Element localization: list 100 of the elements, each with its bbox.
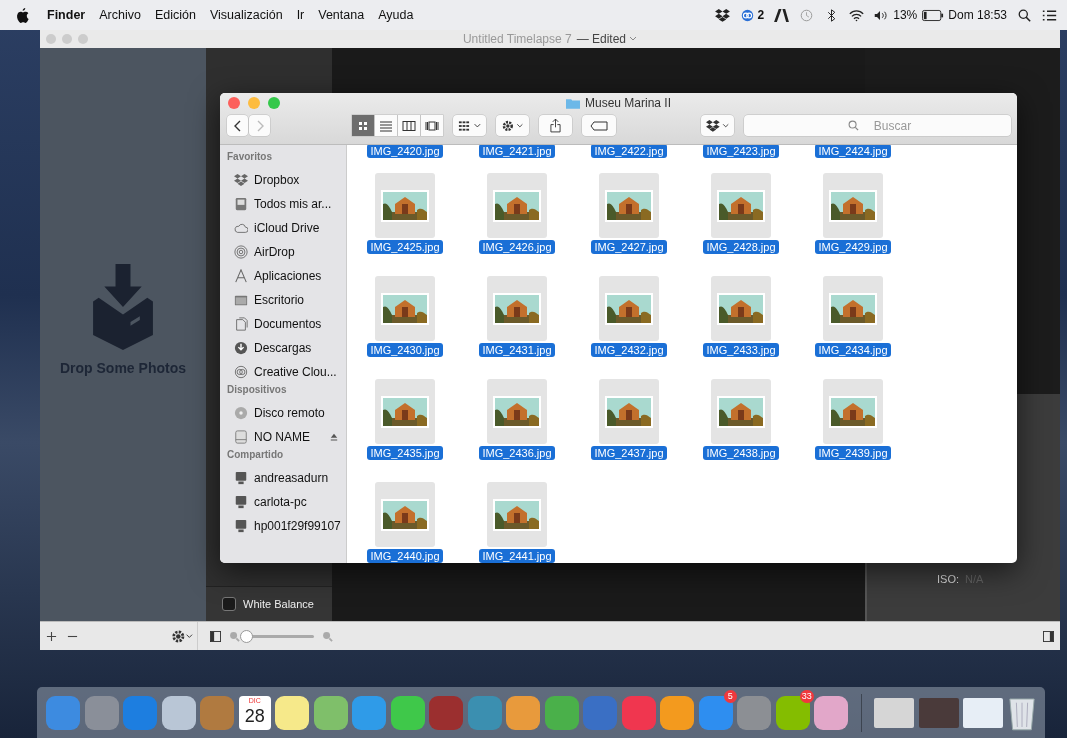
image-thumbnail[interactable]	[487, 379, 547, 444]
sidebar-item[interactable]: hp001f29f99107	[227, 514, 346, 538]
sidebar-item[interactable]: AirDrop	[227, 240, 346, 264]
image-thumbnail[interactable]	[375, 173, 435, 238]
app-icon[interactable]	[313, 695, 348, 730]
file-name[interactable]: IMG_2436.jpg	[479, 446, 555, 460]
sidebar-item[interactable]: Escritorio	[227, 288, 346, 312]
zoom-slider[interactable]	[242, 629, 314, 643]
checkbox[interactable]	[222, 597, 236, 611]
file-name[interactable]: IMG_2424.jpg	[815, 145, 891, 158]
sidebar-item[interactable]: andreasadurn	[227, 466, 346, 490]
dropbox-button[interactable]	[701, 115, 734, 136]
sidebar-item[interactable]: Documentos	[227, 312, 346, 336]
list-icon[interactable]	[1042, 8, 1057, 22]
menu-item[interactable]: Edición	[154, 8, 196, 22]
edited-status[interactable]: — Edited	[576, 32, 627, 46]
window-thumbnail[interactable]	[918, 697, 959, 728]
file-name[interactable]: IMG_2430.jpg	[367, 343, 443, 357]
sidebar-item[interactable]: carlota-pc	[227, 490, 346, 514]
file-name[interactable]: IMG_2440.jpg	[367, 549, 443, 563]
file-name[interactable]: IMG_2431.jpg	[479, 343, 555, 357]
sidebar-item[interactable]: Disco remoto	[227, 401, 346, 425]
tag-button[interactable]	[582, 115, 616, 136]
image-thumbnail[interactable]	[823, 276, 883, 341]
file-name[interactable]: IMG_2432.jpg	[591, 343, 667, 357]
image-thumbnail[interactable]	[375, 276, 435, 341]
image-thumbnail[interactable]	[487, 276, 547, 341]
file-name[interactable]: IMG_2429.jpg	[815, 240, 891, 254]
app-icon[interactable]	[775, 695, 810, 730]
image-thumbnail[interactable]	[487, 482, 547, 547]
gear-icon[interactable]	[171, 628, 193, 644]
window-thumbnail[interactable]	[963, 697, 1004, 728]
search-icon[interactable]	[1017, 8, 1032, 22]
file-name[interactable]: IMG_2439.jpg	[815, 446, 891, 460]
sidebar-item[interactable]: NO NAME	[227, 425, 346, 449]
image-thumbnail[interactable]	[823, 173, 883, 238]
file-name[interactable]: IMG_2421.jpg	[479, 145, 555, 158]
action-button[interactable]	[496, 115, 529, 136]
image-thumbnail[interactable]	[823, 379, 883, 444]
app-icon[interactable]	[275, 695, 310, 730]
file-name[interactable]: IMG_2428.jpg	[703, 240, 779, 254]
slider-thumb[interactable]	[240, 629, 253, 643]
sidebar-item[interactable]: Todos mis ar...	[227, 192, 346, 216]
file-name[interactable]: IMG_2423.jpg	[703, 145, 779, 158]
file-name[interactable]: IMG_2433.jpg	[703, 343, 779, 357]
menu-clock[interactable]: Dom 18:53	[948, 8, 1007, 22]
dropbox-icon[interactable]	[714, 8, 730, 22]
menu-item[interactable]: Archivo	[99, 8, 141, 22]
image-thumbnail[interactable]	[711, 379, 771, 444]
view-mode-button[interactable]	[398, 115, 420, 136]
rings-icon[interactable]	[739, 8, 755, 22]
eject-icon[interactable]	[330, 433, 338, 441]
sidebar-item[interactable]: Creative Clou...	[227, 360, 346, 384]
battery-icon[interactable]	[922, 8, 945, 22]
file-name[interactable]: IMG_2422.jpg	[591, 145, 667, 158]
close-button[interactable]	[228, 97, 240, 109]
file-name[interactable]: IMG_2434.jpg	[815, 343, 891, 357]
sidebar-item[interactable]: Dropbox	[227, 168, 346, 192]
window-thumbnail[interactable]	[874, 697, 915, 728]
file-name[interactable]: IMG_2435.jpg	[367, 446, 443, 460]
back-button[interactable]	[227, 115, 248, 136]
image-thumbnail[interactable]	[711, 276, 771, 341]
app-icon[interactable]	[161, 695, 196, 730]
app-icon[interactable]	[660, 695, 695, 730]
image-thumbnail[interactable]	[487, 173, 547, 238]
sidebar-item[interactable]: Descargas	[227, 336, 346, 360]
image-thumbnail[interactable]	[599, 379, 659, 444]
wifi-icon[interactable]	[849, 8, 865, 22]
menu-item[interactable]: Visualización	[209, 8, 283, 22]
file-name[interactable]: IMG_2438.jpg	[703, 446, 779, 460]
sidebar-toggle-icon[interactable]	[1043, 630, 1054, 642]
file-name[interactable]: IMG_2420.jpg	[367, 145, 443, 158]
file-name[interactable]: IMG_2437.jpg	[591, 446, 667, 460]
file-name[interactable]: IMG_2426.jpg	[479, 240, 555, 254]
image-thumbnail[interactable]	[375, 379, 435, 444]
letter-a-icon[interactable]	[774, 8, 790, 22]
image-thumbnail[interactable]	[375, 482, 435, 547]
image-thumbnail[interactable]	[711, 173, 771, 238]
sidebar-item[interactable]: Aplicaciones	[227, 264, 346, 288]
arrange-button[interactable]	[453, 115, 486, 136]
menu-item[interactable]: Finder	[47, 8, 86, 22]
file-name[interactable]: IMG_2425.jpg	[367, 240, 443, 254]
app-icon[interactable]	[814, 695, 849, 730]
sidebar-item[interactable]: iCloud Drive	[227, 216, 346, 240]
app-icon[interactable]	[390, 695, 425, 730]
menu-item[interactable]: Ir	[296, 8, 305, 22]
file-name[interactable]: IMG_2441.jpg	[479, 549, 555, 563]
app-icon[interactable]	[506, 695, 541, 730]
menu-item[interactable]: Ventana	[318, 8, 365, 22]
sidebar-toggle-icon[interactable]	[210, 630, 221, 642]
plus-icon[interactable]	[46, 630, 57, 642]
file-name[interactable]: IMG_2427.jpg	[591, 240, 667, 254]
caret-icon[interactable]	[629, 36, 638, 42]
image-thumbnail[interactable]	[599, 173, 659, 238]
image-thumbnail[interactable]	[599, 276, 659, 341]
view-mode-button[interactable]	[421, 115, 443, 136]
menu-item[interactable]: Ayuda	[378, 8, 414, 22]
apple-logo-icon[interactable]	[16, 7, 29, 23]
search-field[interactable]: Buscar	[744, 115, 1011, 136]
share-button[interactable]	[539, 115, 572, 136]
